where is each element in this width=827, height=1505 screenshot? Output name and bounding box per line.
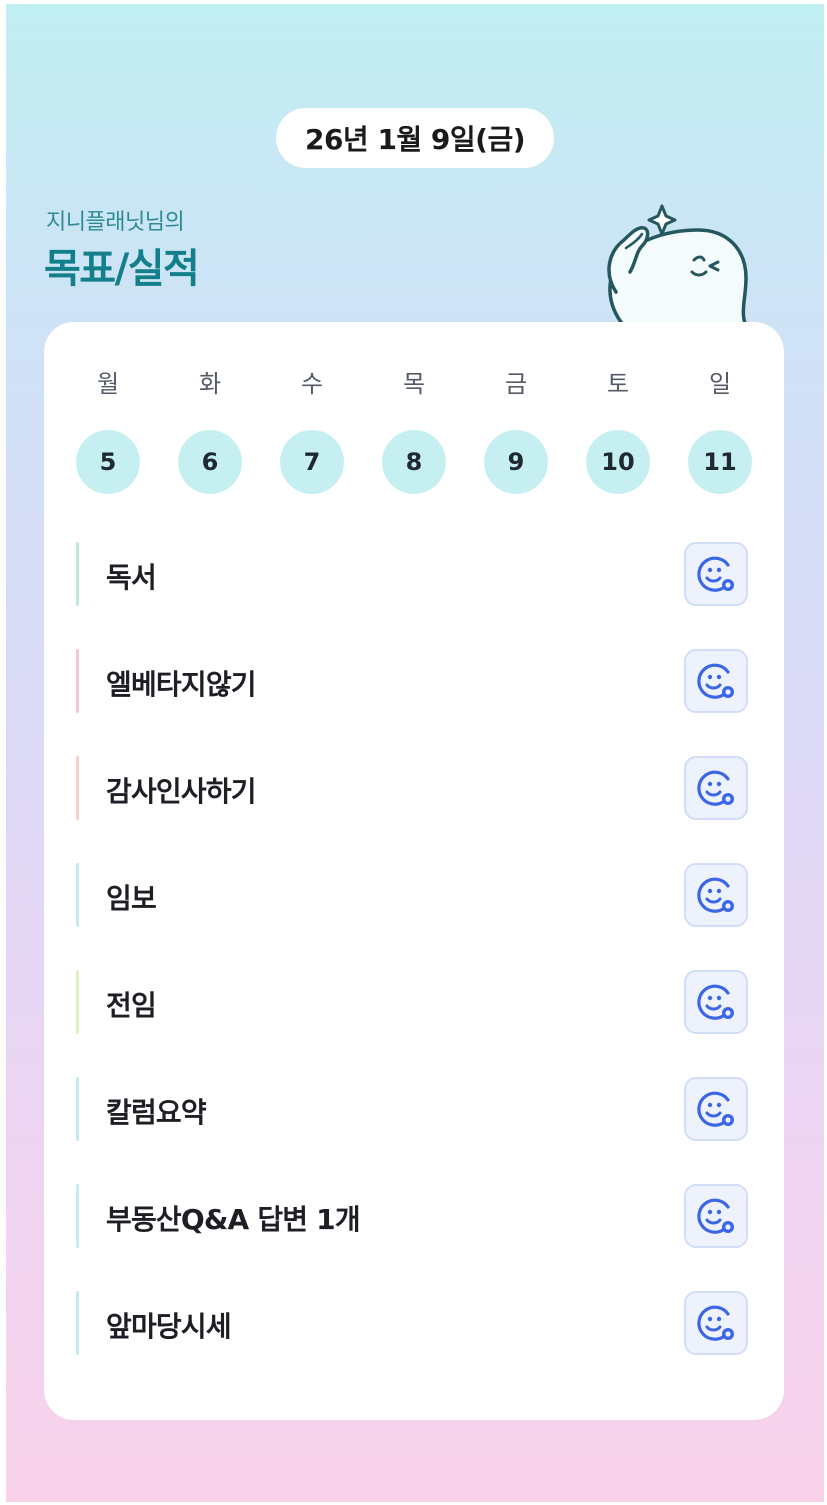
day-row: 5 6 7 8 9 10 11 (76, 430, 752, 496)
weekday-label: 화 (198, 370, 222, 398)
smile-add-icon (697, 984, 734, 1020)
goal-color-bar (76, 649, 79, 713)
day-circle[interactable]: 10 (586, 430, 650, 494)
weekday-label: 토 (606, 370, 630, 398)
goal-color-bar (76, 542, 79, 606)
goal-status-button[interactable] (684, 542, 748, 606)
goal-color-bar (76, 1077, 79, 1141)
goal-item: 부동산Q&A 답변 1개 (76, 1180, 752, 1287)
goal-item: 앞마당시세 (76, 1287, 752, 1394)
mascot-icon (607, 204, 748, 328)
goal-label: 전임 (106, 989, 157, 1022)
goal-item: 전임 (76, 966, 752, 1073)
weekday-row: 월 화 수 목 금 토 일 (76, 364, 752, 404)
goal-color-bar (76, 756, 79, 820)
smile-add-icon (697, 770, 734, 806)
goal-status-button[interactable] (684, 863, 748, 927)
goal-status-button[interactable] (684, 756, 748, 820)
goal-label: 부동산Q&A 답변 1개 (106, 1203, 361, 1236)
weekday-label: 일 (708, 370, 732, 398)
goals-card: 월 화 수 목 금 토 일 5 6 7 8 9 10 11 독서 엘베타지않기 … (44, 322, 784, 1420)
day-circle[interactable]: 11 (688, 430, 752, 494)
goal-label: 칼럼요약 (106, 1096, 207, 1129)
goal-status-button[interactable] (684, 649, 748, 713)
goal-status-button[interactable] (684, 970, 748, 1034)
smile-add-icon (697, 1091, 734, 1127)
day-circle[interactable]: 7 (280, 430, 344, 494)
owner-label: 지니플래닛님의 (46, 210, 185, 235)
goal-color-bar (76, 970, 79, 1034)
page-title: 목표/실적 (44, 246, 200, 292)
goal-list: 독서 엘베타지않기 감사인사하기 임보 전임 칼럼요약 부동산Q&A 답변 1개… (76, 538, 752, 1394)
day-circle[interactable]: 8 (382, 430, 446, 494)
goal-item: 엘베타지않기 (76, 645, 752, 752)
goal-item: 칼럼요약 (76, 1073, 752, 1180)
day-circle[interactable]: 6 (178, 430, 242, 494)
smile-add-icon (697, 663, 734, 699)
goal-item: 임보 (76, 859, 752, 966)
goal-item: 독서 (76, 538, 752, 645)
weekday-label: 금 (504, 370, 528, 398)
goal-color-bar (76, 1184, 79, 1248)
goal-status-button[interactable] (684, 1077, 748, 1141)
goal-color-bar (76, 863, 79, 927)
smile-add-icon (697, 877, 734, 913)
smile-add-icon (697, 556, 734, 592)
weekday-label: 목 (402, 370, 426, 398)
goal-label: 감사인사하기 (106, 775, 257, 808)
day-circle[interactable]: 9 (484, 430, 548, 494)
app-screen: 26년 1월 9일(금) 지니플래닛님의 목표/실적 월 화 수 목 금 토 일… (6, 4, 824, 1502)
goal-color-bar (76, 1291, 79, 1355)
goal-label: 독서 (106, 561, 157, 594)
goal-label: 앞마당시세 (106, 1310, 232, 1343)
day-circle[interactable]: 5 (76, 430, 140, 494)
goal-label: 임보 (106, 882, 157, 915)
goal-item: 감사인사하기 (76, 752, 752, 859)
weekday-label: 수 (300, 370, 324, 398)
date-pill[interactable]: 26년 1월 9일(금) (276, 108, 554, 168)
smile-add-icon (697, 1198, 734, 1234)
smile-add-icon (697, 1305, 734, 1341)
weekday-label: 월 (96, 370, 120, 398)
goal-label: 엘베타지않기 (106, 668, 257, 701)
goal-status-button[interactable] (684, 1291, 748, 1355)
goal-status-button[interactable] (684, 1184, 748, 1248)
